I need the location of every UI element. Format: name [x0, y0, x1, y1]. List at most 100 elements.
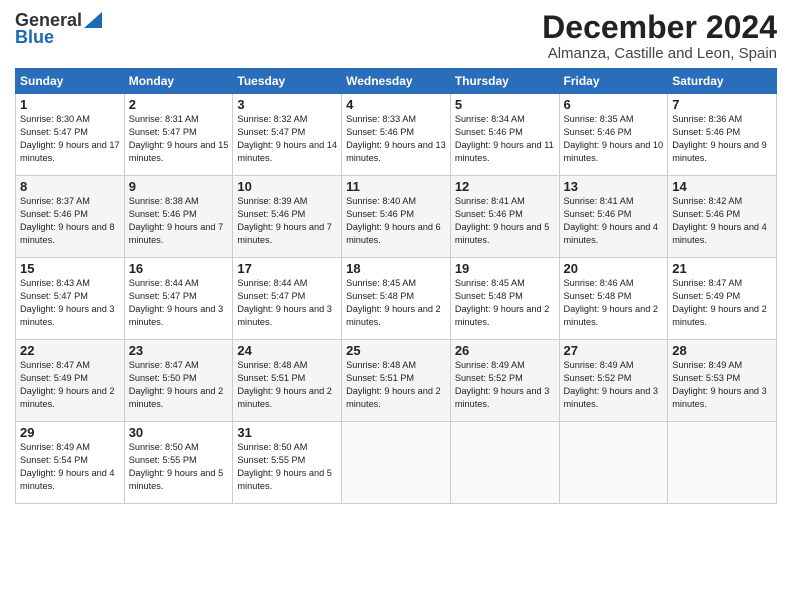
daylight-label: Daylight: 9 hours and 2 minutes.	[20, 386, 115, 409]
sunset-label: Sunset: 5:49 PM	[20, 373, 88, 383]
day-number: 15	[20, 261, 120, 276]
day-info: Sunrise: 8:42 AM Sunset: 5:46 PM Dayligh…	[672, 195, 772, 247]
daylight-label: Daylight: 9 hours and 3 minutes.	[672, 386, 767, 409]
day-number: 17	[237, 261, 337, 276]
day-info: Sunrise: 8:49 AM Sunset: 5:52 PM Dayligh…	[455, 359, 555, 411]
day-number: 23	[129, 343, 229, 358]
day-info: Sunrise: 8:46 AM Sunset: 5:48 PM Dayligh…	[564, 277, 664, 329]
sunset-label: Sunset: 5:55 PM	[129, 455, 197, 465]
table-row: 30 Sunrise: 8:50 AM Sunset: 5:55 PM Dayl…	[124, 422, 233, 504]
table-row: 27 Sunrise: 8:49 AM Sunset: 5:52 PM Dayl…	[559, 340, 668, 422]
calendar-week-row: 1 Sunrise: 8:30 AM Sunset: 5:47 PM Dayli…	[16, 94, 777, 176]
calendar-week-row: 29 Sunrise: 8:49 AM Sunset: 5:54 PM Dayl…	[16, 422, 777, 504]
table-row: 12 Sunrise: 8:41 AM Sunset: 5:46 PM Dayl…	[450, 176, 559, 258]
day-number: 7	[672, 97, 772, 112]
table-row: 24 Sunrise: 8:48 AM Sunset: 5:51 PM Dayl…	[233, 340, 342, 422]
daylight-label: Daylight: 9 hours and 6 minutes.	[346, 222, 441, 245]
sunset-label: Sunset: 5:46 PM	[455, 127, 523, 137]
sunrise-label: Sunrise: 8:50 AM	[237, 442, 307, 452]
table-row: 22 Sunrise: 8:47 AM Sunset: 5:49 PM Dayl…	[16, 340, 125, 422]
day-number: 26	[455, 343, 555, 358]
day-info: Sunrise: 8:45 AM Sunset: 5:48 PM Dayligh…	[455, 277, 555, 329]
calendar-week-row: 8 Sunrise: 8:37 AM Sunset: 5:46 PM Dayli…	[16, 176, 777, 258]
table-row	[342, 422, 451, 504]
day-number: 1	[20, 97, 120, 112]
day-number: 4	[346, 97, 446, 112]
day-info: Sunrise: 8:37 AM Sunset: 5:46 PM Dayligh…	[20, 195, 120, 247]
table-row: 13 Sunrise: 8:41 AM Sunset: 5:46 PM Dayl…	[559, 176, 668, 258]
day-number: 8	[20, 179, 120, 194]
day-info: Sunrise: 8:43 AM Sunset: 5:47 PM Dayligh…	[20, 277, 120, 329]
sunset-label: Sunset: 5:47 PM	[129, 127, 197, 137]
daylight-label: Daylight: 9 hours and 15 minutes.	[129, 140, 229, 163]
day-number: 13	[564, 179, 664, 194]
table-row: 25 Sunrise: 8:48 AM Sunset: 5:51 PM Dayl…	[342, 340, 451, 422]
day-number: 24	[237, 343, 337, 358]
sunrise-label: Sunrise: 8:44 AM	[237, 278, 307, 288]
sunrise-label: Sunrise: 8:46 AM	[564, 278, 634, 288]
sunset-label: Sunset: 5:49 PM	[672, 291, 740, 301]
header-row: Sunday Monday Tuesday Wednesday Thursday…	[16, 69, 777, 94]
daylight-label: Daylight: 9 hours and 2 minutes.	[564, 304, 659, 327]
sunrise-label: Sunrise: 8:50 AM	[129, 442, 199, 452]
sunset-label: Sunset: 5:46 PM	[346, 127, 414, 137]
day-info: Sunrise: 8:36 AM Sunset: 5:46 PM Dayligh…	[672, 113, 772, 165]
day-number: 28	[672, 343, 772, 358]
day-info: Sunrise: 8:49 AM Sunset: 5:53 PM Dayligh…	[672, 359, 772, 411]
day-number: 9	[129, 179, 229, 194]
sunrise-label: Sunrise: 8:43 AM	[20, 278, 90, 288]
table-row: 10 Sunrise: 8:39 AM Sunset: 5:46 PM Dayl…	[233, 176, 342, 258]
daylight-label: Daylight: 9 hours and 2 minutes.	[346, 304, 441, 327]
daylight-label: Daylight: 9 hours and 2 minutes.	[129, 386, 224, 409]
table-row: 9 Sunrise: 8:38 AM Sunset: 5:46 PM Dayli…	[124, 176, 233, 258]
table-row: 26 Sunrise: 8:49 AM Sunset: 5:52 PM Dayl…	[450, 340, 559, 422]
daylight-label: Daylight: 9 hours and 4 minutes.	[20, 468, 115, 491]
col-sunday: Sunday	[16, 69, 125, 94]
sunset-label: Sunset: 5:48 PM	[564, 291, 632, 301]
sunset-label: Sunset: 5:52 PM	[455, 373, 523, 383]
day-info: Sunrise: 8:30 AM Sunset: 5:47 PM Dayligh…	[20, 113, 120, 165]
daylight-label: Daylight: 9 hours and 4 minutes.	[672, 222, 767, 245]
day-number: 5	[455, 97, 555, 112]
day-info: Sunrise: 8:39 AM Sunset: 5:46 PM Dayligh…	[237, 195, 337, 247]
day-info: Sunrise: 8:38 AM Sunset: 5:46 PM Dayligh…	[129, 195, 229, 247]
daylight-label: Daylight: 9 hours and 13 minutes.	[346, 140, 446, 163]
table-row: 2 Sunrise: 8:31 AM Sunset: 5:47 PM Dayli…	[124, 94, 233, 176]
day-info: Sunrise: 8:48 AM Sunset: 5:51 PM Dayligh…	[346, 359, 446, 411]
day-number: 16	[129, 261, 229, 276]
day-number: 6	[564, 97, 664, 112]
day-info: Sunrise: 8:45 AM Sunset: 5:48 PM Dayligh…	[346, 277, 446, 329]
day-number: 3	[237, 97, 337, 112]
sunset-label: Sunset: 5:48 PM	[346, 291, 414, 301]
sunrise-label: Sunrise: 8:45 AM	[346, 278, 416, 288]
sunset-label: Sunset: 5:48 PM	[455, 291, 523, 301]
day-info: Sunrise: 8:33 AM Sunset: 5:46 PM Dayligh…	[346, 113, 446, 165]
day-info: Sunrise: 8:41 AM Sunset: 5:46 PM Dayligh…	[564, 195, 664, 247]
table-row	[450, 422, 559, 504]
location-title: Almanza, Castille and Leon, Spain	[542, 45, 777, 62]
table-row: 1 Sunrise: 8:30 AM Sunset: 5:47 PM Dayli…	[16, 94, 125, 176]
sunset-label: Sunset: 5:47 PM	[20, 127, 88, 137]
table-row: 7 Sunrise: 8:36 AM Sunset: 5:46 PM Dayli…	[668, 94, 777, 176]
day-info: Sunrise: 8:49 AM Sunset: 5:54 PM Dayligh…	[20, 441, 120, 493]
table-row: 4 Sunrise: 8:33 AM Sunset: 5:46 PM Dayli…	[342, 94, 451, 176]
table-row: 29 Sunrise: 8:49 AM Sunset: 5:54 PM Dayl…	[16, 422, 125, 504]
daylight-label: Daylight: 9 hours and 10 minutes.	[564, 140, 664, 163]
sunset-label: Sunset: 5:47 PM	[129, 291, 197, 301]
sunrise-label: Sunrise: 8:49 AM	[564, 360, 634, 370]
sunset-label: Sunset: 5:46 PM	[672, 127, 740, 137]
day-number: 11	[346, 179, 446, 194]
day-number: 31	[237, 425, 337, 440]
calendar-table: Sunday Monday Tuesday Wednesday Thursday…	[15, 68, 777, 504]
table-row: 18 Sunrise: 8:45 AM Sunset: 5:48 PM Dayl…	[342, 258, 451, 340]
sunrise-label: Sunrise: 8:47 AM	[129, 360, 199, 370]
table-row: 16 Sunrise: 8:44 AM Sunset: 5:47 PM Dayl…	[124, 258, 233, 340]
day-info: Sunrise: 8:50 AM Sunset: 5:55 PM Dayligh…	[237, 441, 337, 493]
sunrise-label: Sunrise: 8:40 AM	[346, 196, 416, 206]
col-tuesday: Tuesday	[233, 69, 342, 94]
col-wednesday: Wednesday	[342, 69, 451, 94]
day-number: 25	[346, 343, 446, 358]
day-number: 2	[129, 97, 229, 112]
sunrise-label: Sunrise: 8:41 AM	[455, 196, 525, 206]
daylight-label: Daylight: 9 hours and 3 minutes.	[564, 386, 659, 409]
